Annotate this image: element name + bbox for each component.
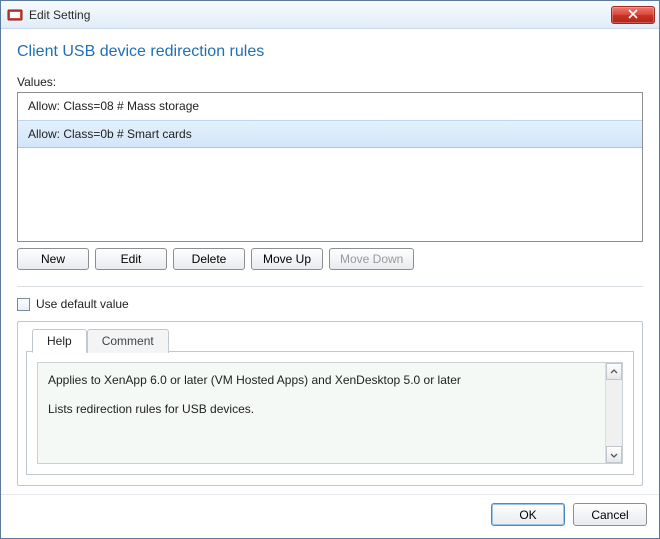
ok-button[interactable]: OK [491, 503, 565, 526]
use-default-row: Use default value [17, 297, 643, 311]
tab-panel-help: Applies to XenApp 6.0 or later (VM Hoste… [26, 351, 634, 475]
close-button[interactable] [611, 6, 655, 24]
chevron-down-icon [610, 448, 618, 462]
help-line: Lists redirection rules for USB devices. [48, 400, 595, 419]
edit-setting-window: Edit Setting Client USB device redirecti… [0, 0, 660, 539]
delete-button[interactable]: Delete [173, 248, 245, 270]
separator [17, 286, 643, 287]
help-line: Applies to XenApp 6.0 or later (VM Hoste… [48, 371, 595, 390]
page-title: Client USB device redirection rules [17, 43, 643, 61]
move-up-button[interactable]: Move Up [251, 248, 323, 270]
new-button[interactable]: New [17, 248, 89, 270]
chevron-up-icon [610, 365, 618, 379]
scroll-up-button[interactable] [606, 363, 622, 380]
tab-comment[interactable]: Comment [87, 329, 169, 353]
list-item[interactable]: Allow: Class=0b # Smart cards [18, 120, 642, 148]
move-down-button[interactable]: Move Down [329, 248, 414, 270]
info-panel: Help Comment Applies to XenApp 6.0 or la… [17, 321, 643, 486]
help-text: Applies to XenApp 6.0 or later (VM Hoste… [38, 363, 605, 463]
values-listbox[interactable]: Allow: Class=08 # Mass storage Allow: Cl… [17, 92, 643, 242]
window-title: Edit Setting [29, 8, 611, 22]
list-toolbar: New Edit Delete Move Up Move Down [17, 248, 643, 270]
values-label: Values: [17, 75, 643, 89]
tab-help[interactable]: Help [32, 329, 87, 353]
dialog-content: Client USB device redirection rules Valu… [1, 29, 659, 494]
edit-button[interactable]: Edit [95, 248, 167, 270]
cancel-button[interactable]: Cancel [573, 503, 647, 526]
tab-strip: Help Comment [26, 328, 634, 352]
help-box: Applies to XenApp 6.0 or later (VM Hoste… [37, 362, 623, 464]
close-icon [628, 8, 638, 22]
dialog-footer: OK Cancel [1, 494, 659, 538]
app-icon [7, 7, 23, 23]
use-default-label: Use default value [36, 297, 129, 311]
scroll-down-button[interactable] [606, 446, 622, 463]
use-default-checkbox[interactable] [17, 298, 30, 311]
titlebar: Edit Setting [1, 1, 659, 29]
list-item[interactable]: Allow: Class=08 # Mass storage [18, 93, 642, 120]
scrollbar[interactable] [605, 363, 622, 463]
